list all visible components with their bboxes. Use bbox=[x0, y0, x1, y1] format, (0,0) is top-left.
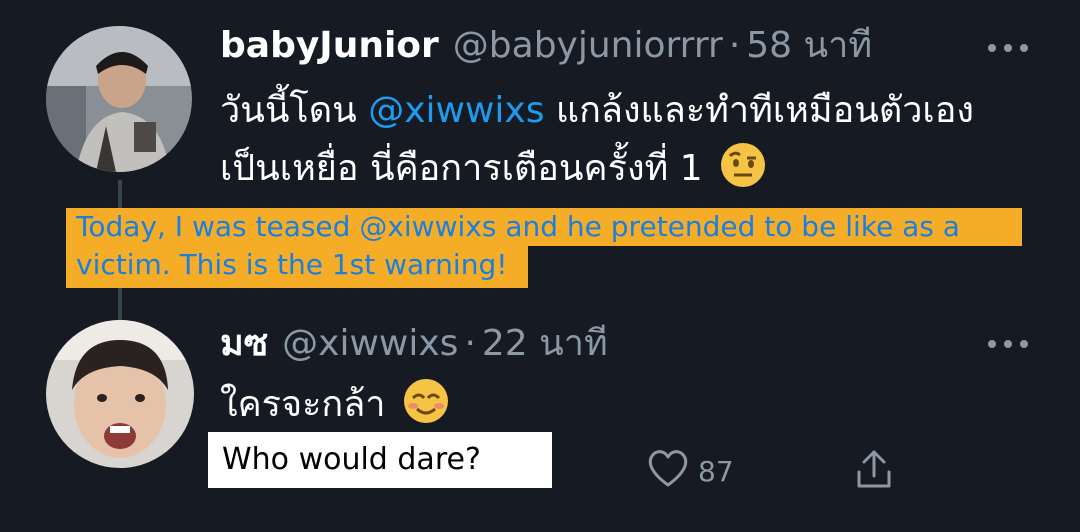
more-icon-dot bbox=[1020, 340, 1028, 348]
caption-overlay-line: victim. This is the 1st warning! bbox=[66, 246, 528, 288]
share-icon bbox=[856, 450, 892, 494]
heart-icon bbox=[646, 448, 690, 495]
like-count: 87 bbox=[698, 455, 734, 488]
separator-dot: · bbox=[728, 25, 741, 66]
more-icon-dot bbox=[1004, 44, 1012, 52]
caption-overlay-line: Today, I was teased @xiwwixs and he pret… bbox=[66, 208, 1022, 246]
user-handle[interactable]: @babyjuniorrrr bbox=[453, 24, 723, 68]
like-button[interactable]: 87 bbox=[646, 448, 734, 495]
user-handle[interactable]: @xiwwixs bbox=[282, 322, 458, 366]
mention-link[interactable]: @xiwwixs bbox=[368, 90, 544, 131]
display-name[interactable]: มซ bbox=[220, 322, 268, 366]
timestamp[interactable]: 22 นาที bbox=[482, 322, 608, 366]
more-options-button[interactable] bbox=[988, 38, 1028, 58]
tweet-header: babyJunior @babyjuniorrrr · 58 นาที bbox=[220, 24, 872, 68]
timestamp[interactable]: 58 นาที bbox=[746, 24, 872, 68]
caption-overlay: Who would dare? bbox=[208, 432, 552, 488]
share-button[interactable] bbox=[856, 448, 892, 494]
more-options-button[interactable] bbox=[988, 334, 1028, 354]
more-icon-dot bbox=[1004, 340, 1012, 348]
separator-dot: · bbox=[464, 323, 476, 364]
tweet-text-part: ใครจะกล้า bbox=[220, 384, 386, 425]
tweet-text: ใครจะกล้า bbox=[220, 376, 620, 434]
tweet-header: มซ @xiwwixs · 22 นาที bbox=[220, 322, 608, 366]
avatar[interactable] bbox=[46, 320, 194, 468]
display-name[interactable]: babyJunior bbox=[220, 24, 439, 68]
avatar[interactable] bbox=[46, 26, 192, 172]
tweet-text-part: วันนี้โดน bbox=[220, 90, 369, 131]
tweet-text: วันนี้โดน @xiwwixs แกล้งและทำทีเหมือนตัว… bbox=[220, 82, 1020, 198]
more-icon-dot bbox=[1020, 44, 1028, 52]
raised-eyebrow-emoji-icon bbox=[720, 142, 766, 188]
more-icon-dot bbox=[988, 340, 996, 348]
more-icon-dot bbox=[988, 44, 996, 52]
tweet-thread: babyJunior @babyjuniorrrr · 58 นาที วันน… bbox=[0, 0, 1080, 532]
smiling-face-emoji-icon bbox=[403, 378, 449, 424]
